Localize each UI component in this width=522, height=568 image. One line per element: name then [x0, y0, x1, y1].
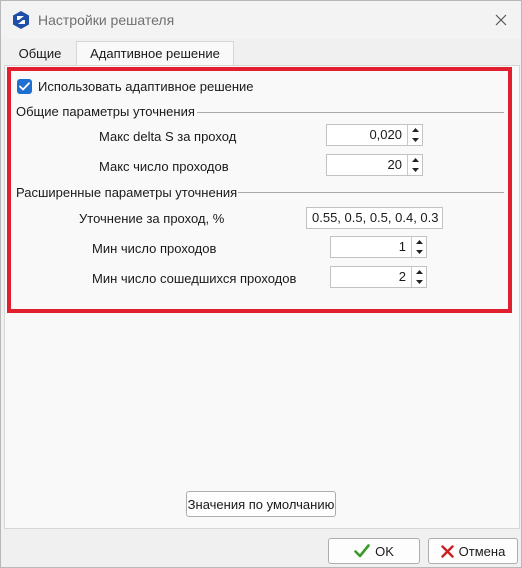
- spin-up-icon[interactable]: [412, 237, 426, 247]
- solver-app-icon: [11, 10, 31, 30]
- general-refinement-title: Общие параметры уточнения: [16, 104, 195, 119]
- min-passes-spinbox[interactable]: 1: [330, 236, 427, 258]
- defaults-button[interactable]: Значения по умолчанию: [186, 491, 336, 517]
- min-converged-passes-spinbox[interactable]: 2: [330, 266, 427, 288]
- use-adaptive-checkbox[interactable]: [17, 79, 32, 94]
- min-passes-value[interactable]: 1: [331, 237, 411, 257]
- close-icon[interactable]: [487, 7, 515, 33]
- ok-button-label: OK: [375, 543, 394, 559]
- max-passes-spinbox[interactable]: 20: [326, 154, 423, 176]
- spin-down-icon[interactable]: [408, 165, 422, 175]
- section-divider: [238, 192, 504, 193]
- tab-adaptive-solution[interactable]: Адаптивное решение: [76, 41, 234, 66]
- spin-up-icon[interactable]: [408, 125, 422, 135]
- advanced-refinement-title: Расширенные параметры уточнения: [16, 185, 238, 200]
- spin-arrows: [411, 237, 426, 257]
- window-title: Настройки решателя: [38, 12, 175, 28]
- cross-icon: [440, 544, 454, 558]
- title-bar: Настройки решателя: [1, 1, 521, 39]
- defaults-button-label: Значения по умолчанию: [187, 496, 335, 512]
- section-divider: [197, 112, 504, 113]
- max-delta-s-spinbox[interactable]: 0,020: [326, 124, 423, 146]
- max-delta-s-label: Макс delta S за проход: [99, 129, 237, 144]
- cancel-button-label: Отмена: [458, 543, 506, 559]
- min-passes-label: Мин число проходов: [92, 241, 217, 256]
- solver-settings-dialog: Настройки решателя Общие Адаптивное реше…: [0, 0, 522, 568]
- refinement-per-pass-label: Уточнение за проход, %: [79, 211, 225, 226]
- max-passes-label: Макс число проходов: [99, 159, 229, 174]
- spin-down-icon[interactable]: [408, 135, 422, 145]
- spin-down-icon[interactable]: [412, 277, 426, 287]
- spin-up-icon[interactable]: [408, 155, 422, 165]
- spin-arrows: [411, 267, 426, 287]
- refinement-per-pass-input[interactable]: 0.55, 0.5, 0.5, 0.4, 0.3: [306, 207, 443, 229]
- max-passes-value[interactable]: 20: [327, 155, 407, 175]
- max-delta-s-value[interactable]: 0,020: [327, 125, 407, 145]
- use-adaptive-label[interactable]: Использовать адаптивное решение: [38, 79, 254, 94]
- min-converged-passes-value[interactable]: 2: [331, 267, 411, 287]
- spin-up-icon[interactable]: [412, 267, 426, 277]
- min-converged-passes-label: Мин число сошедшихся проходов: [92, 271, 297, 286]
- tab-strip: Общие Адаптивное решение: [4, 41, 520, 66]
- spin-down-icon[interactable]: [412, 247, 426, 257]
- ok-button[interactable]: OK: [328, 538, 420, 564]
- spin-arrows: [407, 125, 422, 145]
- spin-arrows: [407, 155, 422, 175]
- tab-general[interactable]: Общие: [10, 43, 70, 65]
- checkmark-icon: [354, 544, 370, 558]
- cancel-button[interactable]: Отмена: [428, 538, 518, 564]
